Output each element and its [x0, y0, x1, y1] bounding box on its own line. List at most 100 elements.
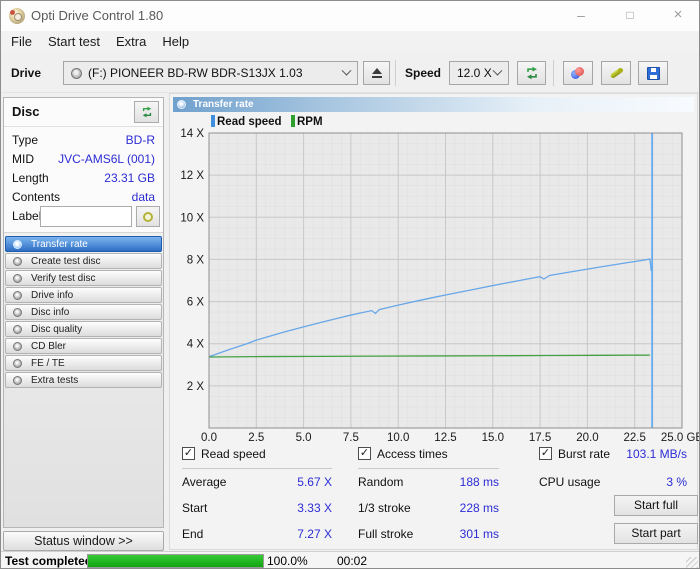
- stat-value: 188 ms: [460, 475, 499, 490]
- label-input[interactable]: [40, 206, 132, 227]
- save-button[interactable]: [638, 61, 668, 85]
- disc-row-value: BD-R: [126, 131, 155, 150]
- disc-icon: [13, 240, 22, 249]
- svg-text:17.5: 17.5: [529, 432, 551, 444]
- start-part-button[interactable]: Start part: [614, 523, 698, 544]
- chevron-down-icon: [342, 65, 352, 75]
- sidebar-item-label: CD Bler: [31, 341, 66, 352]
- disc-title: Disc: [12, 104, 39, 119]
- cpu-usage-value: 3 %: [666, 475, 687, 490]
- disc-icon: [13, 257, 22, 266]
- disc-icon: [13, 325, 22, 334]
- sidebar-item-label: Create test disc: [31, 256, 100, 267]
- stat-value: 7.27 X: [297, 527, 332, 542]
- stat-row: Full stroke301 ms: [358, 527, 499, 542]
- disc-row: Length 23.31 GB: [4, 169, 163, 188]
- close-button[interactable]: ×: [662, 1, 694, 31]
- stat-row: 1/3 stroke228 ms: [358, 501, 499, 516]
- sidebar-item-disc-info[interactable]: Disc info: [5, 304, 162, 320]
- sidebar-item-label: FE / TE: [31, 358, 65, 369]
- svg-text:25.0 GB: 25.0 GB: [661, 432, 700, 444]
- stat-row: Average5.67 X: [182, 475, 332, 490]
- stat-value: 3.33 X: [297, 501, 332, 516]
- disc-icon: [13, 291, 22, 300]
- sidebar-item-transfer-rate[interactable]: Transfer rate: [5, 236, 162, 252]
- drive-select[interactable]: (F:) PIONEER BD-RW BDR-S13JX 1.03: [63, 61, 358, 85]
- stat-label: Random: [358, 475, 403, 490]
- disc-label-row: Label: [4, 205, 163, 229]
- status-window-button[interactable]: Status window >>: [3, 531, 164, 551]
- svg-text:RPM: RPM: [297, 116, 323, 128]
- wrench-icon: [609, 67, 623, 79]
- menu-help[interactable]: Help: [154, 31, 197, 53]
- sidebar-item-cd-bler[interactable]: CD Bler: [5, 338, 162, 354]
- disc-row-label: Type: [12, 131, 38, 150]
- sidebar-item-label: Drive info: [31, 290, 73, 301]
- main-panel: Transfer rate 14 X12 X10 X8 X6 X4 X2 X0.…: [169, 93, 698, 550]
- burst-rate-value: 103.1 MB/s: [626, 447, 687, 461]
- progress-percent: 100.0%: [267, 554, 308, 568]
- disc-ring-icon: [143, 212, 153, 222]
- drive-label: Drive: [11, 66, 41, 80]
- disc-icon: [13, 342, 22, 351]
- speed-select-value: 12.0 X: [457, 66, 492, 80]
- sidebar-item-label: Transfer rate: [31, 239, 88, 250]
- access-times-checkbox[interactable]: ✓: [358, 447, 371, 460]
- read-speed-checkbox[interactable]: ✓: [182, 447, 195, 460]
- maximize-button[interactable]: □: [614, 1, 646, 31]
- sidebar-item-disc-quality[interactable]: Disc quality: [5, 321, 162, 337]
- stat-label: 1/3 stroke: [358, 501, 411, 516]
- stat-value: 301 ms: [460, 527, 499, 542]
- svg-text:22.5: 22.5: [624, 432, 646, 444]
- menu-start-test[interactable]: Start test: [40, 31, 108, 53]
- status-text: Test completed: [5, 554, 92, 568]
- chevron-down-icon: [493, 65, 503, 75]
- speed-select[interactable]: 12.0 X: [449, 61, 509, 85]
- svg-text:12 X: 12 X: [180, 170, 204, 182]
- panel-header: Transfer rate: [173, 97, 694, 112]
- burst-rate-results: ✓ Burst rate 103.1 MB/s CPU usage 3 %: [539, 446, 687, 461]
- drive-disc-icon: [71, 68, 82, 79]
- svg-text:12.5: 12.5: [434, 432, 456, 444]
- panel-title: Transfer rate: [193, 99, 254, 110]
- sidebar-item-drive-info[interactable]: Drive info: [5, 287, 162, 303]
- svg-text:8 X: 8 X: [187, 254, 205, 266]
- resize-grip-icon[interactable]: [686, 557, 698, 569]
- svg-text:4 X: 4 X: [187, 339, 205, 351]
- svg-text:15.0: 15.0: [482, 432, 504, 444]
- disc-row-value: JVC-AMS6L (001): [58, 150, 155, 169]
- progress-bar: [87, 554, 264, 568]
- disc-row-label: Length: [12, 169, 49, 188]
- minimize-button[interactable]: –: [565, 1, 597, 31]
- status-bar: Test completed 100.0% 00:02: [1, 551, 699, 569]
- sidebar-item-label: Disc info: [31, 307, 69, 318]
- stat-label: Start: [182, 501, 207, 516]
- write-label-button[interactable]: [136, 206, 160, 227]
- start-full-button[interactable]: Start full: [614, 495, 698, 516]
- burst-rate-checkbox-label: Burst rate: [558, 447, 610, 461]
- disc-row-value: 23.31 GB: [104, 169, 155, 188]
- svg-text:20.0: 20.0: [576, 432, 598, 444]
- disc-refresh-button[interactable]: [134, 101, 159, 123]
- stat-label: End: [182, 527, 203, 542]
- menu-extra[interactable]: Extra: [108, 31, 154, 53]
- svg-text:6 X: 6 X: [187, 297, 205, 309]
- disc-icon: [13, 376, 22, 385]
- disc-row: Type BD-R: [4, 131, 163, 150]
- sidebar-item-label: Verify test disc: [31, 273, 95, 284]
- burst-rate-checkbox[interactable]: ✓: [539, 447, 552, 460]
- sidebar-item-label: Disc quality: [31, 324, 82, 335]
- eject-button[interactable]: [363, 61, 390, 85]
- refresh-button[interactable]: [517, 61, 546, 85]
- erase-disc-button[interactable]: [563, 61, 593, 85]
- sidebar-item-fe-te[interactable]: FE / TE: [5, 355, 162, 371]
- panel-disc-icon: [177, 100, 186, 109]
- menu-file[interactable]: File: [3, 31, 40, 53]
- stat-row: Start 3.33 X: [182, 501, 332, 516]
- app-disc-icon: [9, 8, 25, 24]
- settings-button[interactable]: [601, 61, 631, 85]
- sidebar-item-create-test-disc[interactable]: Create test disc: [5, 253, 162, 269]
- progress-fill: [88, 555, 263, 567]
- sidebar-item-extra-tests[interactable]: Extra tests: [5, 372, 162, 388]
- sidebar-item-verify-test-disc[interactable]: Verify test disc: [5, 270, 162, 286]
